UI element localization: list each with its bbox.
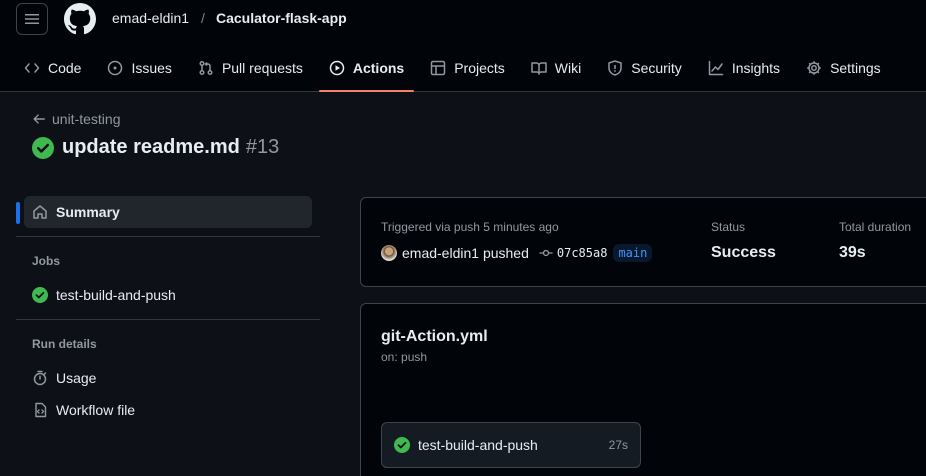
repo-name-link[interactable]: Caculator-flask-app bbox=[216, 10, 347, 26]
run-summary-card: Triggered via push 5 minutes ago emad-el… bbox=[360, 197, 926, 287]
tab-label: Actions bbox=[352, 60, 405, 76]
status-label: Status bbox=[711, 220, 746, 234]
tab-issues[interactable]: Issues bbox=[97, 48, 181, 88]
branch-badge[interactable]: main bbox=[613, 244, 653, 262]
tab-security[interactable]: Security bbox=[597, 48, 692, 88]
sidebar-item-usage[interactable]: Usage bbox=[16, 362, 320, 394]
workflow-trigger: on: push bbox=[381, 350, 428, 364]
tab-settings[interactable]: Settings bbox=[796, 48, 891, 88]
graph-icon bbox=[708, 60, 724, 76]
triggered-text: Triggered via push 5 minutes ago bbox=[381, 220, 559, 234]
pull-request-icon bbox=[199, 60, 213, 76]
avatar[interactable] bbox=[381, 245, 397, 261]
duration-value: 39s bbox=[839, 244, 866, 261]
code-icon bbox=[24, 63, 40, 73]
tab-label: Security bbox=[631, 60, 682, 76]
sidebar-item-job[interactable]: test-build-and-push bbox=[16, 279, 320, 311]
back-label: unit-testing bbox=[52, 111, 121, 127]
home-icon bbox=[33, 205, 47, 219]
tab-insights[interactable]: Insights bbox=[698, 48, 790, 88]
success-check-icon bbox=[32, 136, 54, 159]
job-duration: 27s bbox=[608, 438, 628, 452]
sidebar-item-label: test-build-and-push bbox=[56, 287, 176, 303]
success-check-icon bbox=[394, 437, 410, 453]
back-to-workflow-link[interactable]: unit-testing bbox=[32, 111, 120, 127]
tab-label: Projects bbox=[454, 60, 505, 76]
file-code-icon bbox=[35, 402, 47, 418]
workflow-name: git-Action.yml bbox=[381, 328, 488, 345]
tab-label: Pull requests bbox=[221, 60, 303, 76]
tab-label: Settings bbox=[830, 60, 881, 76]
commit-sha: 07c85a8 bbox=[556, 246, 608, 260]
status-value: Success bbox=[711, 244, 776, 261]
tab-label: Insights bbox=[731, 60, 781, 76]
tab-label: Wiki bbox=[554, 60, 582, 76]
sidebar-item-label: Summary bbox=[56, 204, 120, 220]
success-check-icon bbox=[32, 287, 48, 303]
play-icon bbox=[329, 60, 345, 76]
hamburger-icon bbox=[25, 14, 39, 24]
jobs-heading: Jobs bbox=[32, 254, 61, 268]
commit-link[interactable]: 07c85a8 bbox=[539, 246, 608, 260]
tab-pull-requests[interactable]: Pull requests bbox=[188, 48, 313, 88]
sidebar-divider bbox=[16, 319, 320, 320]
book-icon bbox=[531, 62, 547, 75]
run-title: update readme.md #13 bbox=[32, 136, 279, 159]
run-details-heading: Run details bbox=[32, 337, 97, 351]
tab-label: Issues bbox=[131, 60, 172, 76]
tab-actions[interactable]: Actions bbox=[318, 48, 415, 92]
sidebar-item-label: Workflow file bbox=[56, 402, 136, 418]
sidebar-item-workflow-file[interactable]: Workflow file bbox=[16, 394, 320, 426]
issue-icon bbox=[108, 60, 123, 76]
pusher-row: emad-eldin1 pushed 07c85a8 main bbox=[381, 244, 653, 262]
commit-icon bbox=[539, 249, 553, 257]
run-number: #13 bbox=[245, 136, 280, 158]
pusher-text[interactable]: emad-eldin1 pushed bbox=[402, 245, 529, 261]
job-node[interactable]: test-build-and-push 27s bbox=[381, 422, 641, 468]
tab-label: Code bbox=[48, 60, 82, 76]
tab-projects[interactable]: Projects bbox=[420, 48, 515, 88]
duration-label: Total duration bbox=[839, 220, 912, 234]
tab-code[interactable]: Code bbox=[14, 48, 91, 88]
repo-nav-tabs: Code Issues Pull requests Actions Projec… bbox=[14, 48, 897, 92]
stopwatch-icon bbox=[33, 370, 47, 386]
table-icon bbox=[430, 60, 446, 76]
sidebar-divider bbox=[16, 236, 320, 237]
tab-wiki[interactable]: Wiki bbox=[521, 48, 591, 88]
gear-icon bbox=[807, 61, 821, 75]
workflow-graph-card: git-Action.yml on: push test-build-and-p… bbox=[360, 303, 926, 476]
run-title-text: update readme.md bbox=[62, 136, 240, 158]
sidebar-item-label: Usage bbox=[56, 370, 97, 386]
job-name: test-build-and-push bbox=[418, 437, 538, 453]
repo-owner-link[interactable]: emad-eldin1 bbox=[112, 10, 189, 26]
hamburger-menu-button[interactable] bbox=[16, 3, 48, 35]
arrow-left-icon bbox=[33, 114, 45, 124]
breadcrumb-separator: / bbox=[201, 10, 205, 26]
shield-icon bbox=[608, 60, 622, 76]
active-indicator bbox=[16, 202, 20, 224]
github-logo-icon[interactable] bbox=[64, 3, 96, 35]
top-header: emad-eldin1 / Caculator-flask-app Code I… bbox=[0, 0, 926, 92]
run-sidebar: Summary Jobs test-build-and-push Run det… bbox=[16, 196, 320, 426]
sidebar-item-summary[interactable]: Summary bbox=[24, 196, 312, 228]
